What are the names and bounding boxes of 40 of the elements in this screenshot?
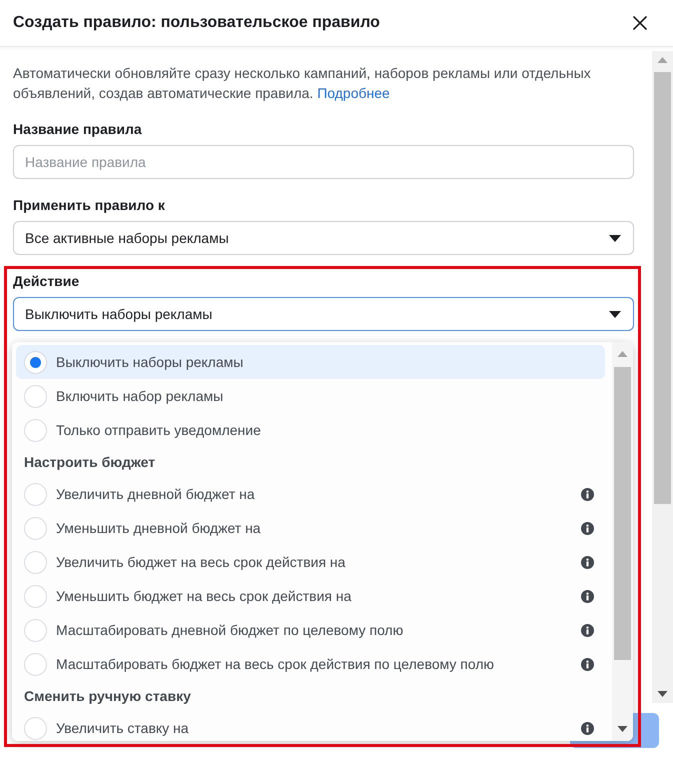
description-text: Автоматически обновляйте сразу несколько кампаний, наборов рекламы или отдельных объявлений, создав автоматические правила. Подробнее [13, 64, 592, 103]
scroll-down-icon[interactable] [657, 691, 668, 697]
scroll-up-icon[interactable] [657, 57, 668, 63]
menu-option[interactable]: Увеличить ставку на [16, 711, 605, 741]
close-button[interactable] [631, 14, 649, 32]
menu-option[interactable]: Масштабировать бюджет на весь срок действия по целевому полю [16, 647, 605, 681]
scrollbar-thumb[interactable] [654, 72, 671, 504]
radio-icon [24, 550, 47, 574]
scrollbar-thumb[interactable] [614, 367, 631, 660]
menu-option[interactable]: Увеличить дневной бюджет на [16, 477, 605, 511]
radio-icon [24, 584, 47, 608]
radio-icon [24, 350, 47, 374]
field-label: Название правила [13, 120, 143, 138]
menu-group-heading: Сменить ручную ставку [23, 686, 192, 706]
menu-option[interactable]: Увеличить бюджет на весь срок действия на [16, 545, 605, 579]
learn-more-link[interactable]: Подробнее [317, 85, 390, 101]
select-field[interactable]: Выключить наборы рекламы [13, 297, 634, 331]
menu-option[interactable]: Уменьшить бюджет на весь срок действия на [16, 579, 605, 613]
menu-option[interactable]: Только отправить уведомление [16, 413, 605, 447]
radio-icon [24, 652, 47, 676]
select-field[interactable]: Все активные наборы рекламы [13, 221, 634, 255]
scroll-down-icon[interactable] [617, 726, 628, 732]
menu-option[interactable]: Уменьшить дневной бюджет на [16, 511, 605, 545]
caret-icon [609, 234, 621, 242]
field-label: Действие [13, 272, 80, 290]
radio-icon [24, 418, 47, 442]
scroll-up-icon[interactable] [617, 351, 628, 357]
dialog-title: Создать правило: пользовательское правило [13, 13, 380, 33]
menu-option[interactable]: Выключить наборы рекламы [16, 345, 605, 379]
field-label: Применить правило к [13, 196, 166, 214]
radio-icon [24, 516, 47, 540]
close-icon [633, 16, 647, 30]
text-input[interactable]: Название правила [13, 145, 634, 179]
menu-option[interactable]: Включить набор рекламы [16, 379, 605, 413]
radio-icon [24, 482, 47, 506]
menu-option[interactable]: Масштабировать дневной бюджет по целевому полю [16, 613, 605, 647]
caret-icon [609, 310, 621, 318]
radio-icon [24, 618, 47, 642]
radio-icon [24, 384, 47, 408]
menu-group-heading: Настроить бюджет [23, 452, 156, 472]
